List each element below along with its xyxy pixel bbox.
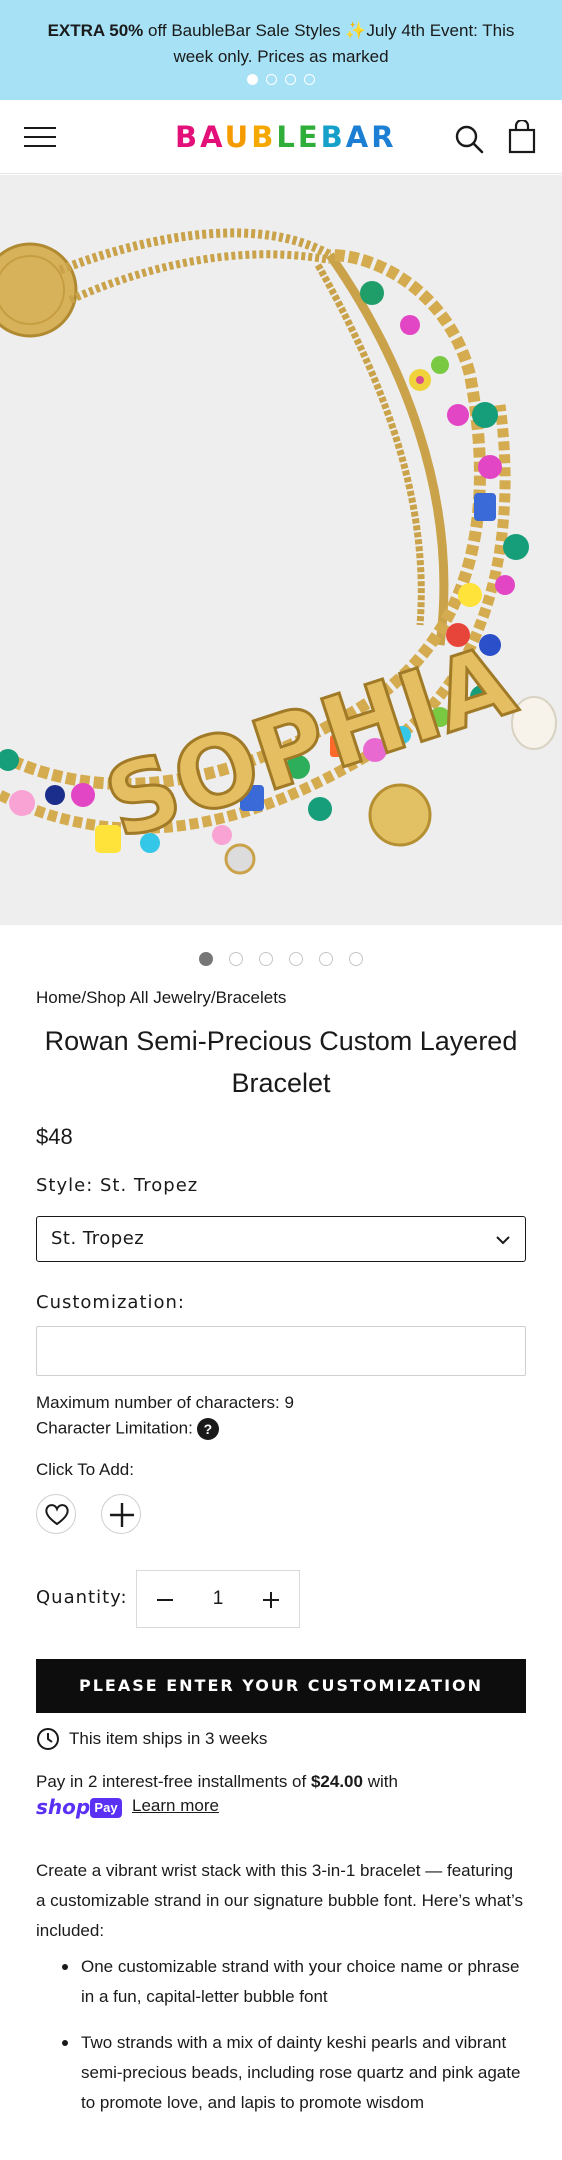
product-price: $48 [36, 1124, 73, 1149]
installments-start: Pay in 2 interest-free installments of [36, 1772, 311, 1791]
logo-letter: B [251, 120, 277, 154]
announcement-message: off BaubleBar Sale Styles ✨July 4th Even… [143, 21, 515, 66]
announcement-dot-3[interactable] [285, 74, 296, 86]
gallery-dot-3[interactable] [259, 952, 273, 966]
announcement-dot-1[interactable] [247, 74, 258, 86]
plus-icon[interactable] [261, 1590, 281, 1610]
max-characters-note: Maximum number of characters: 9 [36, 1393, 294, 1412]
description-bullet: One customizable strand with your choice… [36, 1952, 526, 2012]
plus-icon [110, 1503, 134, 1527]
installments-text: Pay in 2 interest-free installments of $… [36, 1770, 536, 1794]
character-limitation: Character Limitation:? [36, 1418, 219, 1440]
character-limitation-label: Character Limitation: [36, 1418, 193, 1438]
site-header: BAUBLEBAR [0, 100, 562, 174]
add-heart-button[interactable] [36, 1494, 76, 1534]
breadcrumb-shop-all-jewelry[interactable]: Shop All Jewelry [86, 988, 211, 1007]
help-icon[interactable]: ? [196, 1418, 219, 1440]
heart-icon [45, 1504, 69, 1526]
style-select[interactable]: St. Tropez [36, 1216, 526, 1262]
shipping-text: This item ships in 3 weeks [69, 1729, 268, 1748]
hamburger-menu-icon[interactable] [24, 125, 58, 149]
baublebar-logo[interactable]: BAUBLEBAR [175, 118, 394, 156]
gallery-dot-2[interactable] [229, 952, 243, 966]
bracelet-photo: SOPHIA [0, 175, 562, 925]
gallery-dot-4[interactable] [289, 952, 303, 966]
quantity-label: Quantity: [36, 1587, 128, 1608]
logo-letter: L [276, 120, 298, 154]
installments-amount: $24.00 [310, 1772, 363, 1791]
add-plus-button[interactable] [101, 1494, 141, 1534]
logo-letter: A [345, 120, 372, 154]
logo-letter: B [320, 120, 346, 154]
logo-letter: B [175, 120, 201, 154]
logo-letter: R [371, 120, 397, 154]
installments-end: with [362, 1772, 398, 1791]
logo-letter: U [224, 120, 252, 154]
learn-more-link[interactable]: Learn more [132, 1796, 219, 1816]
product-description: Create a vibrant wrist stack with this 3… [36, 1861, 523, 1940]
search-icon[interactable] [454, 124, 484, 154]
shop-pay-logo: shop [36, 1795, 91, 1819]
description-bullet: Two strands with a mix of dainty keshi p… [36, 2028, 526, 2118]
logo-letter: E [297, 120, 321, 154]
style-label: Style: St. Tropez [36, 1175, 199, 1196]
announcement-dots [0, 71, 562, 86]
logo-letter: A [200, 120, 225, 154]
customization-label: Customization: [36, 1292, 185, 1313]
gallery-dots [0, 952, 562, 970]
style-select-value: St. Tropez [51, 1228, 145, 1249]
chevron-down-icon [496, 1236, 510, 1245]
click-to-add-label: Click To Add: [36, 1460, 134, 1479]
announcement-dot-2[interactable] [266, 74, 277, 86]
add-to-cart-button[interactable]: PLEASE ENTER YOUR CUSTOMIZATION [36, 1659, 526, 1713]
shopping-bag-icon[interactable] [508, 120, 536, 154]
announcement-bar: EXTRA 50% off BaubleBar Sale Styles ✨Jul… [0, 0, 562, 100]
clock-icon [37, 1728, 59, 1750]
breadcrumb-home[interactable]: Home [36, 988, 81, 1007]
gallery-dot-5[interactable] [319, 952, 333, 966]
shop-pay-badge: Pay [90, 1798, 122, 1818]
customization-input[interactable] [36, 1326, 526, 1376]
product-image[interactable]: SOPHIA [0, 175, 562, 925]
quantity-stepper: 1 [136, 1570, 300, 1628]
minus-icon[interactable] [155, 1590, 175, 1610]
announcement-dot-4[interactable] [304, 74, 315, 86]
announcement-text: EXTRA 50% off BaubleBar Sale Styles ✨Jul… [30, 18, 532, 70]
breadcrumb-bracelets[interactable]: Bracelets [216, 988, 287, 1007]
breadcrumb: Home/Shop All Jewelry/Bracelets [36, 988, 286, 1008]
product-title: Rowan Semi-Precious Custom Layered Brace… [44, 1026, 518, 1098]
announcement-bold: EXTRA 50% [47, 21, 144, 40]
description-bullets: One customizable strand with your choice… [36, 1952, 526, 2134]
gallery-dot-1[interactable] [199, 952, 213, 966]
quantity-value[interactable]: 1 [193, 1588, 243, 1610]
gallery-dot-6[interactable] [349, 952, 363, 966]
